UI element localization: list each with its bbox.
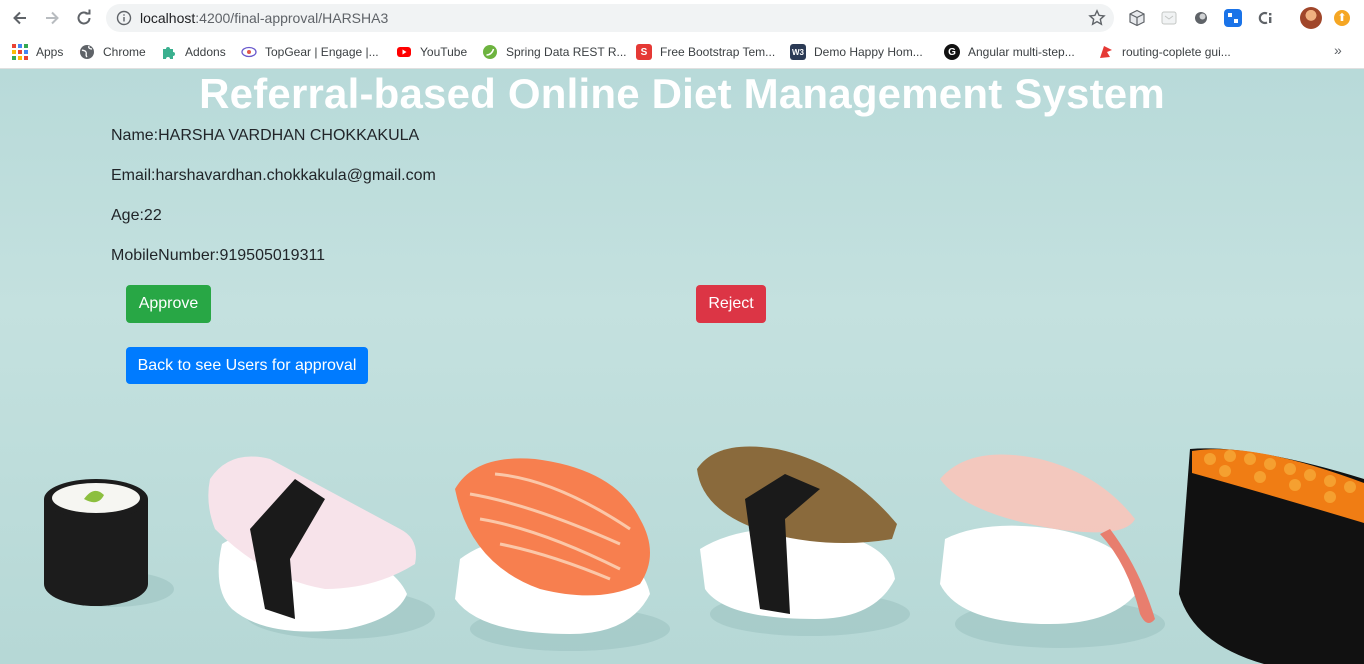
address-bar[interactable]: localhost:4200/final-approval/HARSHA3	[106, 4, 1114, 32]
eel-nigiri-image	[697, 446, 910, 636]
salmon-nigiri-image	[455, 458, 670, 651]
bookmark-spring[interactable]: Spring Data REST R...	[482, 43, 627, 61]
mail-extension-icon[interactable]	[1160, 9, 1178, 27]
url-host: localhost	[140, 10, 196, 26]
reject-button[interactable]: Reject	[696, 285, 766, 323]
bookmark-label: YouTube	[420, 45, 468, 59]
browser-toolbar: localhost:4200/final-approval/HARSHA3 ⬆	[0, 0, 1364, 36]
apps-grid-icon	[12, 44, 28, 60]
user-email: Email:harshavardhan.chokkakula@gmail.com	[111, 167, 436, 184]
user-mobile: MobileNumber:919505019311	[111, 247, 326, 264]
bookmark-apps[interactable]: Apps	[12, 43, 63, 61]
bookmark-routing-guide[interactable]: routing-coplete gui...	[1098, 43, 1231, 61]
bookmark-topgear[interactable]: TopGear | Engage |...	[241, 43, 379, 61]
profile-avatar[interactable]	[1300, 7, 1322, 29]
bookmark-label: routing-coplete gui...	[1122, 45, 1231, 59]
cube-extension-icon[interactable]	[1128, 9, 1146, 27]
page-title: Referral-based Online Diet Management Sy…	[199, 70, 1165, 117]
bookmark-label: Spring Data REST R...	[506, 45, 627, 59]
circle-extension-icon[interactable]	[1192, 9, 1210, 27]
maki-roll-image	[44, 479, 174, 607]
user-name: Name:HARSHA VARDHAN CHOKKAKULA	[111, 127, 420, 144]
user-age: Age:22	[111, 207, 162, 224]
url-path: :4200/final-approval/HARSHA3	[195, 10, 389, 26]
bookmark-angular-multistep[interactable]: G Angular multi-step...	[944, 43, 1075, 61]
bookmark-youtube[interactable]: YouTube	[396, 43, 467, 61]
ikura-gunkan-image	[1179, 448, 1364, 664]
bookmarks-bar: Apps Chrome Addons TopGear | Engage |...…	[0, 36, 1364, 69]
more-bookmarks-icon[interactable]: »	[1334, 42, 1342, 58]
approve-button[interactable]: Approve	[126, 285, 211, 323]
bookmark-label: Chrome	[103, 45, 146, 59]
bookmark-addons[interactable]: Addons	[161, 43, 226, 61]
bookmark-label: TopGear | Engage |...	[265, 45, 379, 59]
sushi-illustration	[44, 446, 1364, 664]
bookmark-chrome[interactable]: Chrome	[79, 43, 146, 61]
blue-extension-icon[interactable]	[1224, 9, 1242, 27]
info-icon[interactable]	[116, 10, 132, 26]
w3-icon: W3	[790, 44, 806, 60]
spring-icon	[482, 44, 498, 60]
back-to-approval-list-button[interactable]: Back to see Users for approval	[126, 347, 368, 384]
forward-arrow-icon[interactable]	[42, 8, 62, 28]
shrimp-nigiri-image	[940, 454, 1165, 648]
g-icon: G	[944, 44, 960, 60]
squid-nigiri-image	[208, 456, 435, 639]
flag-icon	[1098, 44, 1114, 60]
reload-icon[interactable]	[74, 8, 94, 28]
bookmark-star-icon[interactable]	[1088, 9, 1106, 27]
update-icon[interactable]: ⬆	[1334, 10, 1350, 26]
bookmark-demo-happy-home[interactable]: W3 Demo Happy Hom...	[790, 43, 923, 61]
back-arrow-icon[interactable]	[10, 8, 30, 28]
url-text: localhost:4200/final-approval/HARSHA3	[140, 10, 388, 26]
ci-extension-icon[interactable]	[1256, 9, 1274, 27]
bookmark-label: Demo Happy Hom...	[814, 45, 923, 59]
bookmark-label: Apps	[36, 45, 64, 59]
bootstrap-s-icon: S	[636, 44, 652, 60]
bookmark-label: Angular multi-step...	[968, 45, 1075, 59]
bookmark-free-bootstrap[interactable]: S Free Bootstrap Tem...	[636, 43, 775, 61]
puzzle-icon	[161, 44, 177, 60]
topgear-icon	[241, 44, 257, 60]
page-content: Referral-based Online Diet Management Sy…	[0, 69, 1364, 664]
youtube-icon	[396, 44, 412, 60]
bookmark-label: Addons	[185, 45, 226, 59]
bookmark-label: Free Bootstrap Tem...	[660, 45, 776, 59]
globe-icon	[79, 44, 95, 60]
